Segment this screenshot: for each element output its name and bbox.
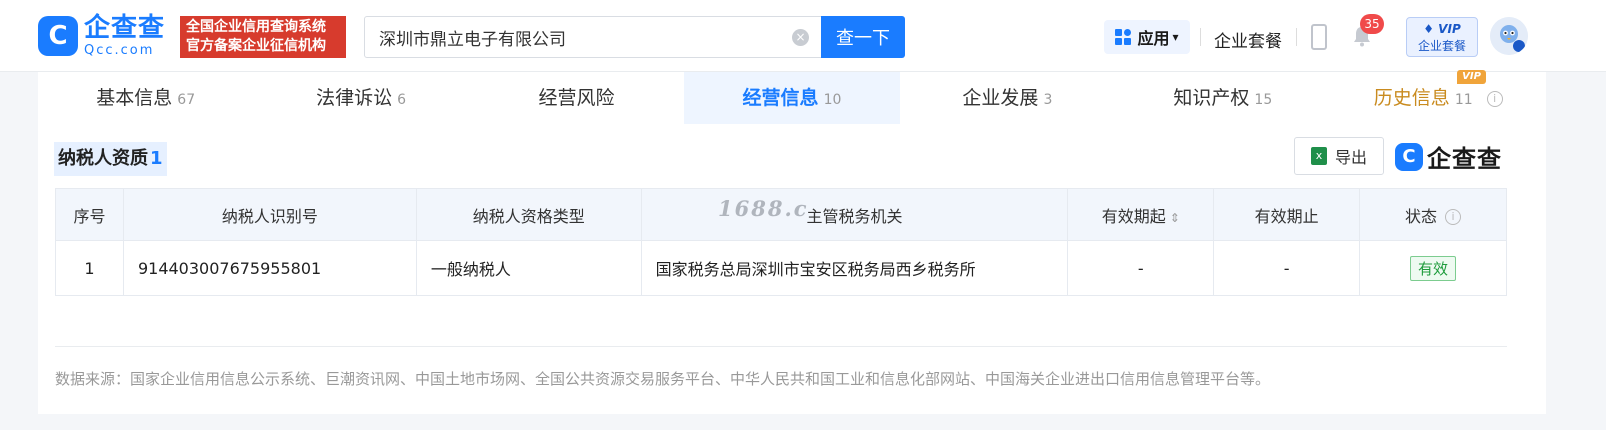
excel-icon: x xyxy=(1310,147,1327,165)
logo-name: 企查查 xyxy=(84,13,166,43)
sort-icon[interactable]: ⇕ xyxy=(1170,211,1180,225)
badge-line1: 全国企业信用查询系统 xyxy=(186,19,326,35)
apps-grid-icon xyxy=(1115,29,1132,45)
badge-line2: 官方备案企业征信机构 xyxy=(186,38,326,54)
watermark: 1688.c xyxy=(718,196,809,221)
col-qualification-type: 纳税人资格类型 xyxy=(415,188,642,241)
divider xyxy=(55,346,1507,347)
cell-qualification-type: 一般纳税人 xyxy=(415,240,642,296)
data-source-note: 数据来源：国家企业信用信息公示系统、巨潮资讯网、中国土地市场网、全国公共资源交易… xyxy=(55,370,1271,388)
top-bar: C 企查查 Qcc.com 全国企业信用查询系统 官方备案企业征信机构 × 查一… xyxy=(0,0,1606,72)
section-count: 1 xyxy=(150,148,163,169)
status-badge: 有效 xyxy=(1410,255,1457,281)
tab-legal[interactable]: 法律诉讼 6 xyxy=(253,72,468,124)
col-status: 状态 i xyxy=(1359,188,1507,241)
tab-basic-info[interactable]: 基本信息 67 xyxy=(38,72,253,124)
col-taxpayer-id: 纳税人识别号 xyxy=(122,188,417,241)
site-logo[interactable]: C 企查查 Qcc.com xyxy=(38,15,165,57)
vip-tag: VIP xyxy=(1457,70,1486,84)
chevron-down-icon: ▾ xyxy=(1172,30,1179,44)
vip-sub-label: 企业套餐 xyxy=(1417,39,1466,53)
apps-menu-button[interactable]: 应用 ▾ xyxy=(1104,20,1190,54)
logo-icon: C xyxy=(38,16,78,56)
section-title: 纳税人资质 1 xyxy=(54,142,167,176)
enterprise-package-link[interactable]: 企业套餐 xyxy=(1214,27,1282,52)
search-input[interactable] xyxy=(377,17,777,57)
export-button[interactable]: x 导出 xyxy=(1294,137,1384,175)
cell-status: 有效 xyxy=(1359,240,1507,296)
tab-ip[interactable]: 知识产权 15 xyxy=(1115,72,1330,124)
taxpayer-panel: 纳税人资质 1 x 导出 C 企查查 序号 纳税人识别号 纳税人资格类型 主管税务… xyxy=(38,124,1546,414)
tab-development[interactable]: 企业发展 3 xyxy=(900,72,1115,124)
cell-taxpayer-id: 914403007675955801 xyxy=(122,240,417,296)
cell-tax-authority[interactable]: 国家税务总局深圳市宝安区税务局西乡税务所 xyxy=(640,240,1069,296)
brand-logo-icon: C xyxy=(1395,142,1423,171)
col-index: 序号 xyxy=(55,188,124,241)
info-icon[interactable]: i xyxy=(1486,90,1503,107)
col-tax-authority: 主管税务机关 xyxy=(640,188,1069,241)
divider xyxy=(1200,28,1201,46)
tab-business-info[interactable]: 经营信息 10 xyxy=(684,72,900,124)
vip-package-button[interactable]: ♦ VIP 企业套餐 xyxy=(1406,17,1478,57)
vip-label: ♦ VIP xyxy=(1423,22,1461,36)
tab-business-risk[interactable]: 经营风险 xyxy=(469,72,684,124)
mobile-phone-icon[interactable] xyxy=(1311,24,1327,50)
cell-valid-from: - xyxy=(1067,240,1215,296)
search-box: × xyxy=(364,16,822,58)
cell-index: 1 xyxy=(55,240,124,296)
apps-label: 应用 xyxy=(1137,29,1170,48)
cell-valid-to: - xyxy=(1213,240,1361,296)
tab-history[interactable]: VIP 历史信息 11 i xyxy=(1331,70,1546,124)
brand-name: 企查查 xyxy=(1427,145,1502,173)
divider xyxy=(1296,28,1297,46)
notification-count-badge: 35 xyxy=(1360,14,1384,34)
table-row: 1 914403007675955801 一般纳税人 国家税务总局深圳市宝安区税… xyxy=(55,240,1507,296)
brand-logo: C 企查查 xyxy=(1395,139,1502,174)
certification-badge: 全国企业信用查询系统 官方备案企业征信机构 xyxy=(180,16,346,58)
clear-icon[interactable]: × xyxy=(792,29,809,46)
info-icon[interactable]: i xyxy=(1445,209,1462,225)
search-button[interactable]: 查一下 xyxy=(821,16,905,58)
avatar[interactable] xyxy=(1490,17,1528,55)
col-valid-from[interactable]: 有效期起 ⇕ xyxy=(1067,188,1215,241)
logo-domain: Qcc.com xyxy=(84,43,155,58)
section-tabs: 基本信息 67 法律诉讼 6 经营风险 经营信息 10 企业发展 3 知识产权 15 VI… xyxy=(38,70,1546,124)
col-valid-to: 有效期止 xyxy=(1213,188,1361,241)
